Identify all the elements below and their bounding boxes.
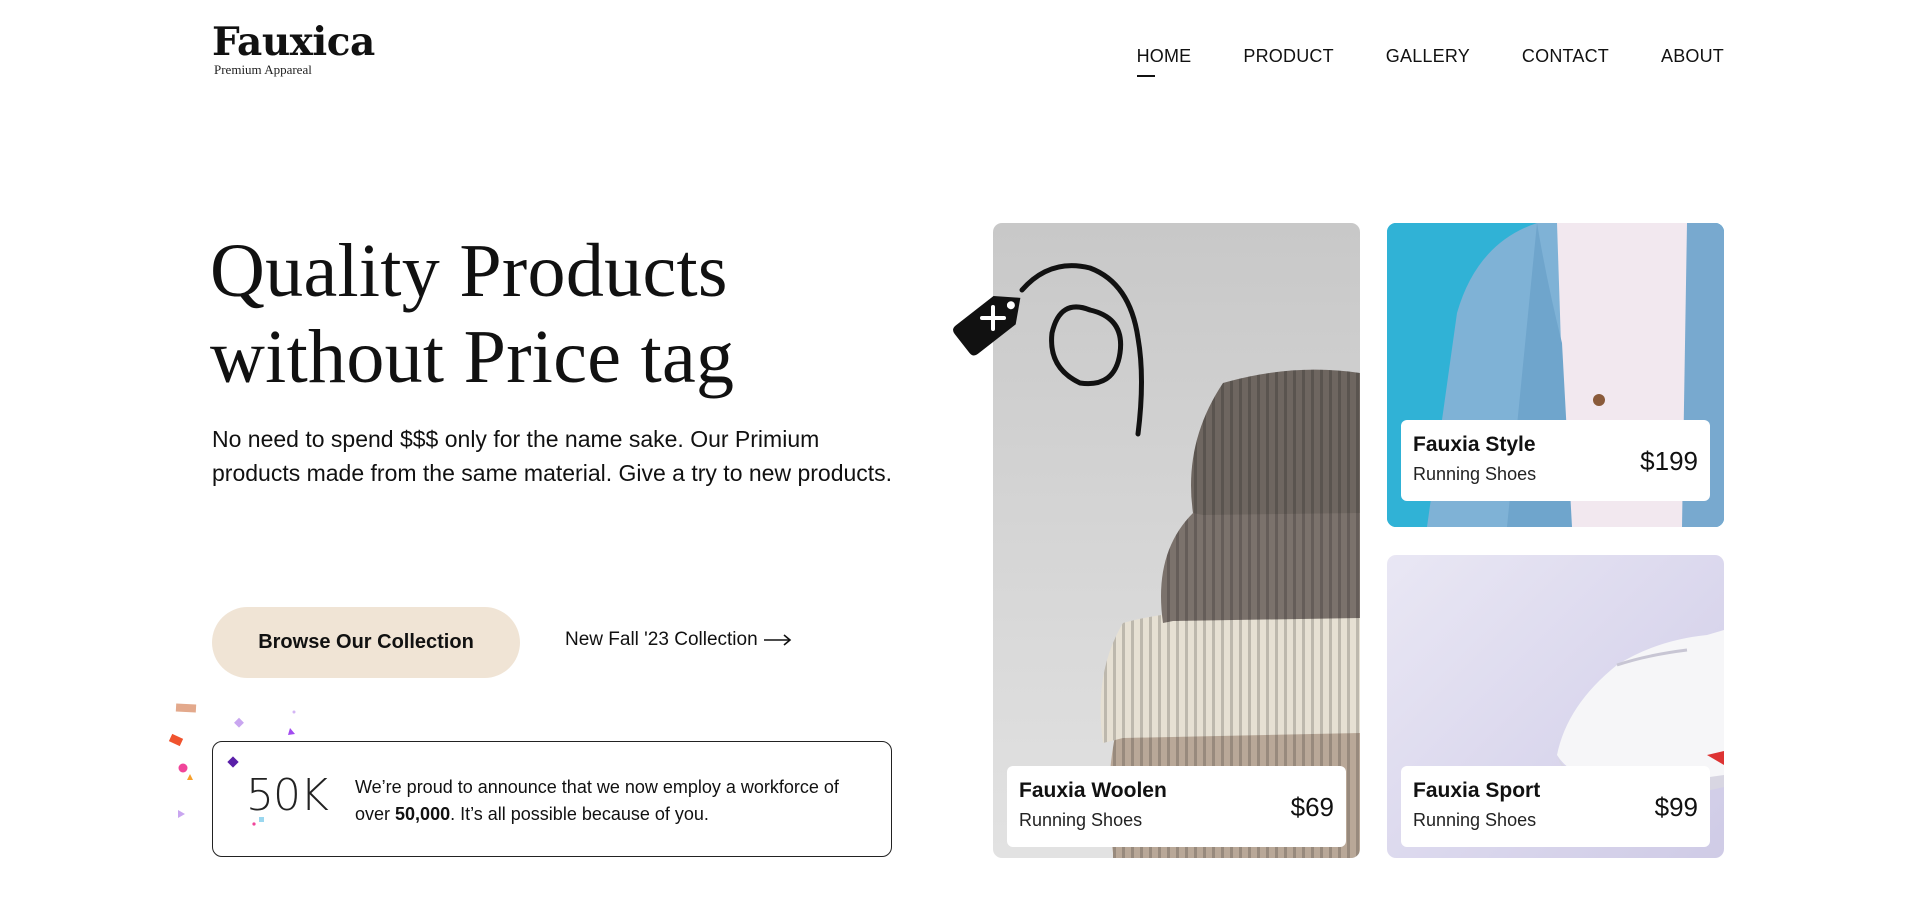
- product-info-woolen: Fauxia Woolen Running Shoes $69: [1007, 766, 1346, 847]
- stats-card: 50K We’re proud to announce that we now …: [212, 741, 892, 857]
- nav-item-product[interactable]: PRODUCT: [1243, 46, 1333, 67]
- hero-title-line-1: Quality Products: [210, 229, 728, 313]
- hero-title-line-2: without Price tag: [210, 315, 735, 399]
- product-price: $199: [1640, 446, 1698, 476]
- stats-number: 50K: [246, 770, 329, 821]
- price-tag-icon: [953, 263, 1144, 437]
- nav-item-contact[interactable]: CONTACT: [1522, 46, 1609, 67]
- product-category: Running Shoes: [1413, 810, 1537, 830]
- product-name: Fauxia Woolen: [1019, 779, 1167, 802]
- nav-item-gallery[interactable]: GALLERY: [1386, 46, 1470, 67]
- brand-name: Fauxica: [212, 19, 375, 65]
- stats-text: We’re proud to announce that we now empl…: [355, 774, 875, 828]
- browse-collection-button[interactable]: Browse Our Collection: [212, 607, 520, 678]
- stats-text-bold: 50,000: [395, 804, 451, 824]
- product-category: Running Shoes: [1019, 810, 1143, 830]
- stats-text-after: . It’s all possible because of you.: [450, 804, 709, 824]
- nav-item-about[interactable]: ABOUT: [1661, 46, 1724, 67]
- product-card-sport[interactable]: Fauxia Sport Running Shoes $99: [1387, 555, 1724, 858]
- product-price: $99: [1654, 792, 1698, 822]
- product-info-sport: Fauxia Sport Running Shoes $99: [1401, 766, 1710, 847]
- brand-logo[interactable]: Fauxica Premium Appareal: [212, 20, 375, 78]
- hero-description: No need to spend $$$ only for the name s…: [212, 426, 893, 486]
- product-card-style[interactable]: Fauxia Style Running Shoes $199: [1387, 223, 1724, 527]
- product-name: Fauxia Style: [1413, 433, 1536, 456]
- arrow-right-icon: [763, 634, 791, 646]
- product-info-style: Fauxia Style Running Shoes $199: [1401, 420, 1710, 501]
- product-category: Running Shoes: [1413, 464, 1537, 484]
- main-nav: HOME PRODUCT GALLERY CONTACT ABOUT: [1136, 46, 1724, 77]
- fall-collection-label: New Fall '23 Collection: [565, 629, 758, 650]
- product-price: $69: [1290, 792, 1334, 822]
- product-name: Fauxia Sport: [1413, 779, 1541, 802]
- hero-title: Quality Products without Price tag: [210, 228, 910, 400]
- nav-item-home[interactable]: HOME: [1136, 46, 1192, 77]
- fall-collection-link[interactable]: New Fall '23 Collection: [565, 629, 792, 651]
